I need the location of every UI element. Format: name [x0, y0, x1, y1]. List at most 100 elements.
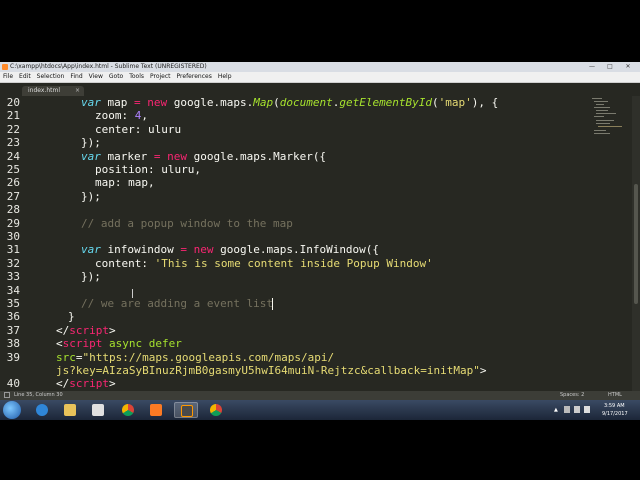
volume-icon[interactable] — [584, 406, 590, 413]
sublime-text-icon — [181, 405, 193, 417]
line-number: 27 — [6, 189, 20, 203]
code-token: marker — [100, 149, 154, 163]
tab-close-icon[interactable]: × — [75, 86, 80, 96]
code-token: } — [68, 310, 75, 324]
code-token: new — [147, 96, 168, 109]
close-window-button[interactable]: ✕ — [620, 63, 636, 71]
taskbar-xampp[interactable] — [144, 402, 168, 418]
code-token: > — [109, 377, 116, 391]
line-number: 35 — [6, 297, 20, 310]
code-token: zoom: — [95, 109, 135, 123]
network-icon[interactable] — [574, 406, 580, 413]
code-token: js?key=AIzaSyBInuzRjmB0gasmyU5hwI64muiN-… — [56, 364, 480, 377]
code-token: defer — [148, 337, 182, 351]
taskbar-media-player[interactable] — [86, 402, 110, 418]
minimize-button[interactable]: — — [584, 63, 600, 71]
tray-arrow-icon[interactable]: ▲ — [554, 407, 558, 413]
line-number: 39 — [6, 350, 20, 364]
code-token: script — [62, 337, 103, 351]
cursor-position: Line 35, Column 30 — [14, 392, 63, 398]
code-token: infowindow — [100, 243, 181, 257]
code-token: var — [81, 243, 101, 257]
code-token: getElementById — [339, 96, 433, 109]
menu-find[interactable]: Find — [67, 72, 85, 82]
menu-goto[interactable]: Goto — [106, 72, 126, 82]
code-token: content: — [95, 256, 155, 270]
scrollbar-thumb[interactable] — [634, 184, 638, 304]
menu-edit[interactable]: Edit — [16, 72, 34, 82]
line-number: 26 — [6, 176, 20, 190]
code-token: position: uluru, — [95, 163, 201, 176]
code-token: var — [81, 96, 101, 109]
taskbar-chrome[interactable] — [116, 402, 140, 418]
maximize-button[interactable]: □ — [602, 63, 618, 71]
indentation-setting[interactable]: Spaces: 2 — [560, 391, 584, 400]
code-token: document — [279, 96, 333, 109]
code-token: ( — [273, 96, 280, 109]
taskbar-internet-explorer[interactable] — [30, 402, 54, 418]
flag-icon[interactable] — [564, 406, 570, 413]
code-token: </ — [56, 323, 70, 337]
code-comment: // we are adding a event list — [81, 297, 274, 310]
code-token: map: map, — [95, 176, 155, 190]
menu-view[interactable]: View — [86, 72, 106, 82]
tab-bar: index.html × — [0, 83, 640, 96]
code-line-29: // add a popup window to the map — [81, 217, 293, 230]
code-token: center: uluru — [95, 122, 182, 136]
code-token: = — [75, 350, 83, 364]
code-token: ( — [432, 96, 439, 109]
menu-preferences[interactable]: Preferences — [174, 72, 215, 82]
menu-help[interactable]: Help — [215, 72, 235, 82]
code-line-32: content: 'This is some content inside Po… — [95, 257, 433, 270]
code-editor[interactable]: 20 21 22 23 24 25 26 27 28 29 30 31 32 3… — [0, 96, 640, 391]
panel-toggle-icon[interactable] — [4, 392, 10, 398]
code-token: </ — [56, 377, 70, 391]
taskbar-file-explorer[interactable] — [58, 402, 82, 418]
code-token: var — [81, 149, 101, 163]
window-title: C:\xampp\htdocs\App\index.html - Sublime… — [10, 63, 207, 70]
code-token: , — [141, 109, 148, 123]
code-line-40: </script> — [56, 377, 116, 390]
xampp-icon — [150, 404, 162, 416]
code-token: new — [167, 149, 187, 163]
line-number: 32 — [6, 256, 20, 270]
clock-date[interactable]: 9/17/2017 — [602, 411, 628, 417]
menu-tools[interactable]: Tools — [126, 72, 147, 82]
code-token: ), { — [471, 96, 499, 109]
menu-file[interactable]: File — [0, 72, 16, 82]
line-number: 38 — [6, 337, 20, 351]
code-line-22: center: uluru — [95, 123, 181, 136]
taskbar-sublime-text[interactable] — [174, 402, 198, 418]
code-token: script — [69, 323, 109, 337]
line-number: 40 — [6, 377, 20, 391]
code-token: async — [109, 337, 143, 351]
media-player-icon — [92, 404, 104, 416]
code-line-27: }); — [81, 190, 101, 203]
code-line-26: map: map, — [95, 176, 155, 189]
menu-project[interactable]: Project — [147, 72, 174, 82]
code-token: = — [134, 96, 141, 109]
start-button-icon[interactable] — [3, 401, 21, 419]
code-token: = — [180, 243, 187, 257]
line-number: 25 — [6, 163, 20, 176]
minimap[interactable] — [588, 96, 632, 156]
line-number: 29 — [6, 216, 20, 230]
line-number: 31 — [6, 243, 20, 257]
code-token: new — [193, 243, 214, 257]
taskbar-chrome-2[interactable] — [204, 402, 228, 418]
code-line-23: }); — [81, 136, 101, 149]
code-line-24: var marker = new google.maps.Marker({ — [81, 150, 326, 163]
clock-time[interactable]: 3:59 AM — [604, 403, 625, 409]
code-line-36: } — [68, 310, 75, 323]
tab-index-html[interactable]: index.html × — [22, 86, 84, 96]
sublime-app-icon — [2, 64, 8, 70]
mouse-ibeam-icon — [132, 289, 137, 298]
syntax-mode[interactable]: HTML — [608, 391, 622, 400]
code-line-35: // we are adding a event list — [81, 297, 273, 310]
menu-selection[interactable]: Selection — [34, 72, 68, 82]
code-line-20: var map = new google.maps.Map(document.g… — [81, 96, 498, 109]
code-line-21: zoom: 4, — [95, 109, 148, 122]
